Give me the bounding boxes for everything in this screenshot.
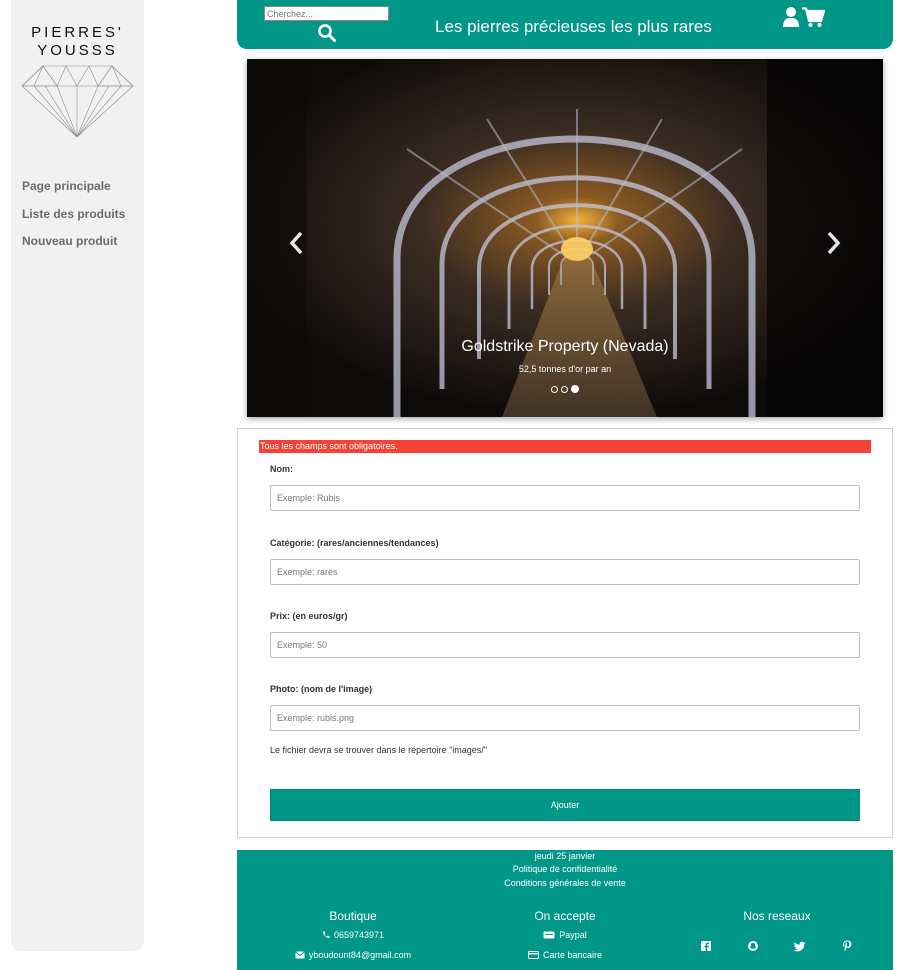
- new-product-form: Tous les champs sont obligatoires. Nom: …: [237, 428, 893, 838]
- privacy-policy-link[interactable]: Politique de confidentialité: [237, 864, 893, 874]
- terms-of-sale-link[interactable]: Conditions générales de vente: [237, 878, 893, 888]
- required-fields-alert: Tous les champs sont obligatoires.: [259, 440, 871, 453]
- phone-icon: [322, 931, 330, 939]
- snapchat-icon[interactable]: [746, 939, 760, 953]
- payment-card: Carte bancaire: [465, 950, 665, 960]
- cart-icon[interactable]: [802, 7, 825, 28]
- diamond-logo-icon: [21, 65, 134, 138]
- site-title: Les pierres précieuses les plus rares: [435, 17, 712, 36]
- card-label: Carte bancaire: [542, 950, 603, 960]
- carousel-next-icon[interactable]: [823, 229, 843, 257]
- category-label: Catégorie: (rares/anciennes/tendances): [270, 538, 439, 548]
- facebook-icon[interactable]: [699, 939, 713, 953]
- carousel-prev-icon[interactable]: [287, 229, 307, 257]
- logo-line-2: YOUSSS: [37, 42, 118, 59]
- photo-field[interactable]: [270, 705, 860, 731]
- sidebar: PIERRES' YOUSSS Page principale Liste de…: [11, 0, 144, 951]
- envelope-icon: [295, 951, 305, 959]
- email-address[interactable]: yboudount84@gmail.com: [309, 950, 411, 960]
- phone-number: 0659743971: [333, 930, 385, 940]
- sidebar-item-liste-des-produits[interactable]: Liste des produits: [22, 206, 125, 234]
- image-carousel: Goldstrike Property (Nevada) 52,5 tonnes…: [247, 59, 883, 417]
- payment-title: On accepte: [534, 909, 596, 923]
- carousel-indicators: [551, 384, 579, 394]
- category-field[interactable]: [270, 559, 860, 585]
- shop-email: yboudount84@gmail.com: [253, 950, 453, 960]
- sidebar-item-page-principale[interactable]: Page principale: [22, 178, 125, 206]
- search-input[interactable]: [264, 6, 389, 21]
- carousel-dot-1[interactable]: [551, 385, 558, 393]
- twitter-icon[interactable]: [793, 939, 807, 953]
- name-field[interactable]: [270, 485, 860, 511]
- user-icon[interactable]: [782, 6, 800, 28]
- footer-date: jeudi 25 janvier: [534, 851, 596, 861]
- sidebar-nav: Page principale Liste des produits Nouve…: [22, 178, 125, 261]
- pinterest-icon[interactable]: [840, 939, 854, 953]
- search-icon[interactable]: [317, 23, 337, 43]
- image-directory-note: Le fichier devra se trouver dans le répe…: [270, 745, 487, 755]
- price-field[interactable]: [270, 632, 860, 658]
- footer: jeudi 25 janvier Politique de confidenti…: [237, 850, 893, 970]
- slide-subtitle: 52,5 tonnes d'or par an: [518, 364, 612, 374]
- header: Les pierres précieuses les plus rares: [237, 0, 893, 49]
- paypal-label: Paypal: [559, 930, 587, 940]
- paypal-icon: [543, 931, 555, 939]
- slide-title: Goldstrike Property (Nevada): [461, 338, 669, 355]
- social-title: Nos reseaux: [743, 909, 811, 923]
- name-label: Nom:: [270, 464, 293, 474]
- sidebar-item-nouveau-produit[interactable]: Nouveau produit: [22, 233, 125, 261]
- payment-paypal: Paypal: [465, 930, 665, 940]
- credit-card-icon: [527, 951, 539, 959]
- price-label: Prix: (en euros/gr): [270, 611, 348, 621]
- add-product-button[interactable]: Ajouter: [270, 789, 860, 821]
- carousel-dot-2[interactable]: [561, 385, 568, 393]
- logo-line-1: PIERRES': [31, 24, 124, 41]
- photo-label: Photo: (nom de l'image): [270, 684, 373, 694]
- shop-phone: 0659743971: [253, 930, 453, 940]
- shop-title: Boutique: [329, 909, 377, 923]
- carousel-dot-3[interactable]: [571, 385, 579, 393]
